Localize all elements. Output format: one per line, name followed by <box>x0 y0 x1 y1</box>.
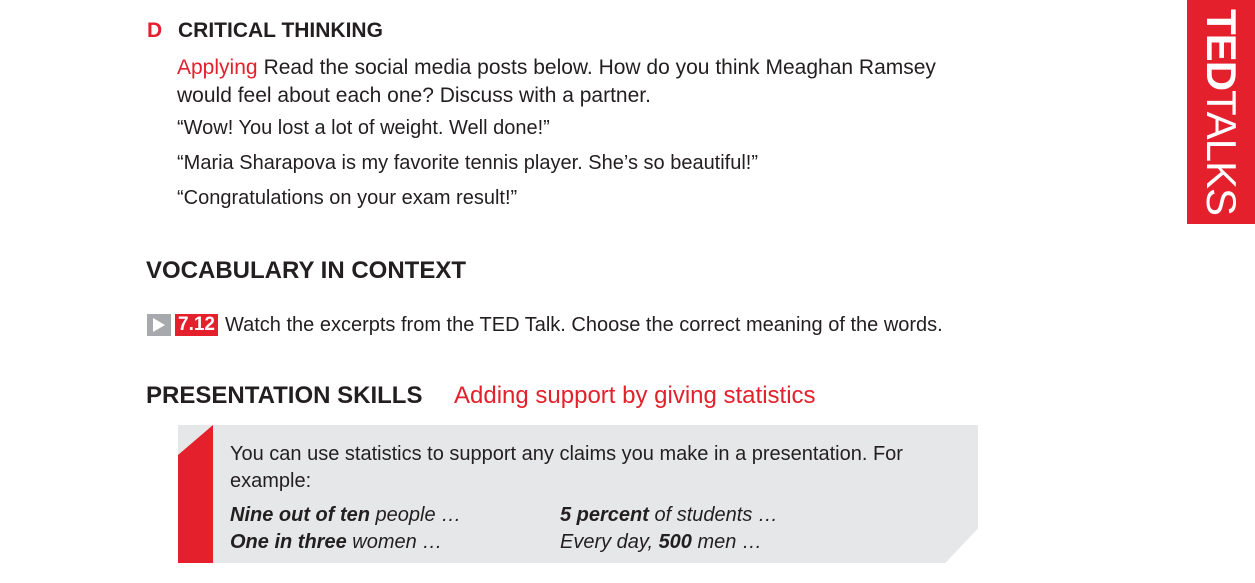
video-exercise-row: 7.12 Watch the excerpts from the TED Tal… <box>147 313 943 337</box>
play-button[interactable] <box>147 314 171 336</box>
example-4-rest: men … <box>691 531 762 553</box>
social-post-1: “Wow! You lost a lot of weight. Well don… <box>177 117 550 139</box>
example-4-pre: Every day, <box>560 531 659 553</box>
presentation-skills-subtitle: Adding support by giving statistics <box>454 382 816 409</box>
section-title-presentation-skills: PRESENTATION SKILLS <box>146 382 423 409</box>
example-2-rest: women … <box>346 531 443 553</box>
example-4: Every day, 500 men … <box>560 531 762 554</box>
video-instruction: Watch the excerpts from the TED Talk. Ch… <box>224 313 943 336</box>
ted-talks-logo: TEDTALKS <box>1198 9 1245 215</box>
example-1-rest: people … <box>369 504 462 526</box>
example-3-bold: 5 percent <box>560 504 649 526</box>
skill-label: Applying <box>177 56 258 79</box>
social-post-3: “Congratulations on your exam result!” <box>177 187 518 209</box>
section-title-critical-thinking: CRITICAL THINKING <box>178 19 383 42</box>
example-2-bold: One in three <box>230 531 347 553</box>
example-1-bold: Nine out of ten <box>230 504 370 526</box>
ted-logo-bold: TED <box>1198 9 1245 91</box>
example-2: One in three women … <box>230 531 442 554</box>
ted-logo-light: TALKS <box>1198 90 1245 215</box>
play-triangle-icon <box>153 318 165 332</box>
example-4-bold: 500 <box>658 531 692 553</box>
critical-thinking-instruction: Applying Read the social media posts belo… <box>177 54 967 110</box>
tip-intro: You can use statistics to support any cl… <box>230 443 903 492</box>
example-3: 5 percent of students … <box>560 504 778 527</box>
instruction-text: Read the social media posts below. How d… <box>177 56 936 107</box>
video-number-badge: 7.12 <box>175 314 218 336</box>
section-letter: D <box>147 19 163 42</box>
example-1: Nine out of ten people … <box>230 504 461 527</box>
example-3-rest: of students … <box>648 504 778 526</box>
social-post-2: “Maria Sharapova is my favorite tennis p… <box>177 152 759 174</box>
section-title-vocabulary: VOCABULARY IN CONTEXT <box>146 257 467 284</box>
